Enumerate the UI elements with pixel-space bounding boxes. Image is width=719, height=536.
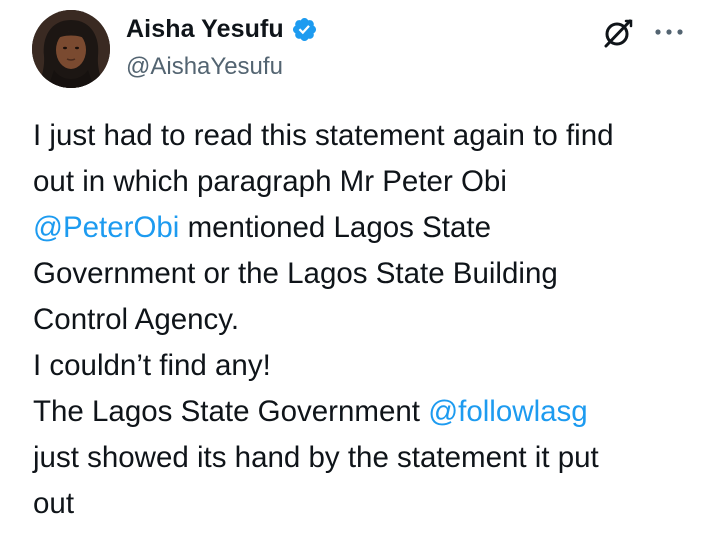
tweet-line: Control Agency. bbox=[33, 303, 240, 336]
more-icon[interactable] bbox=[651, 17, 687, 47]
mention-followlasg[interactable]: @followlasg bbox=[428, 395, 587, 428]
display-name[interactable]: Aisha Yesufu bbox=[126, 14, 284, 44]
tweet-line: out bbox=[33, 487, 75, 520]
tweet-line: I just had to read this statement again … bbox=[33, 119, 614, 152]
tweet-line: Government or the Lagos State Building bbox=[33, 257, 558, 290]
avatar-image bbox=[32, 10, 110, 88]
tweet: Aisha Yesufu @AishaYesufu I just had to … bbox=[0, 0, 719, 536]
verified-badge-icon[interactable] bbox=[291, 16, 318, 43]
tweet-text: I just had to read this statement again … bbox=[33, 113, 705, 527]
avatar[interactable] bbox=[32, 10, 110, 88]
handle[interactable]: @AishaYesufu bbox=[126, 52, 283, 82]
tweet-line: I couldn’t find any! bbox=[33, 349, 271, 382]
tweet-line: just showed its hand by the statement it… bbox=[33, 441, 599, 474]
tweet-line-text: mentioned Lagos State bbox=[179, 211, 491, 244]
tweet-line: @PeterObi mentioned Lagos State bbox=[33, 205, 705, 251]
grok-icon[interactable] bbox=[600, 15, 636, 51]
tweet-line: out in which paragraph Mr Peter Obi bbox=[33, 165, 507, 198]
mention-peterobi[interactable]: @PeterObi bbox=[33, 211, 179, 244]
display-name-row: Aisha Yesufu bbox=[126, 14, 318, 44]
tweet-line: The Lagos State Government @followlasg bbox=[33, 389, 705, 435]
tweet-line-text: The Lagos State Government bbox=[33, 395, 429, 428]
